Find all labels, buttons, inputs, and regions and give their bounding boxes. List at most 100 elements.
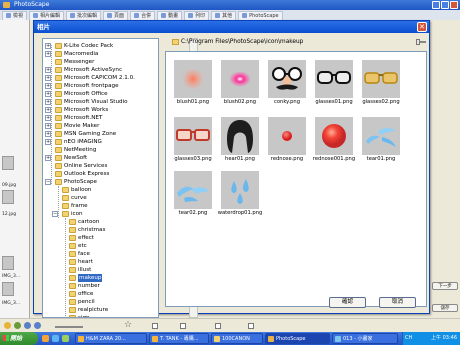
checkbox[interactable] (215, 323, 221, 329)
tree-item[interactable]: makeup (43, 274, 158, 282)
tree-item[interactable]: number (43, 282, 158, 290)
tree-item[interactable]: + NewSoft (43, 154, 158, 162)
file-thumbnail[interactable]: tear02.png (169, 170, 215, 220)
photo-thumbnail[interactable] (2, 282, 14, 296)
next-button[interactable]: 下一步 (432, 282, 458, 290)
tree-item[interactable]: office (43, 290, 158, 298)
file-thumbnail[interactable]: blush02.png (216, 59, 262, 109)
star-icon[interactable] (4, 322, 11, 329)
language-indicator[interactable]: CH (405, 332, 412, 345)
slider-knob[interactable] (416, 39, 420, 45)
tear-splash-2-icon (174, 171, 212, 209)
taskbar-item[interactable]: 013 - 小畫家 (332, 333, 398, 344)
close-app-button[interactable] (450, 1, 458, 9)
tree-item[interactable]: face (43, 250, 158, 258)
photoscape-icon (268, 336, 274, 342)
file-thumbnail[interactable]: glasses03.png (169, 116, 215, 166)
quicklaunch-icon[interactable] (62, 335, 69, 342)
quicklaunch-icon[interactable] (42, 335, 49, 342)
tree-item[interactable]: etc (43, 242, 158, 250)
minimize-button[interactable] (432, 1, 440, 9)
photo-thumbnail[interactable] (2, 190, 14, 204)
tab-combine[interactable]: 合併 (130, 11, 156, 20)
tree-item[interactable]: + Macromedia (43, 50, 158, 58)
folder-icon (55, 131, 62, 137)
tree-item[interactable]: christmas (43, 226, 158, 234)
glasses-gold-icon (362, 60, 400, 98)
tree-item[interactable]: + K-Lite Codec Pack (43, 42, 158, 50)
ie-icon[interactable] (52, 335, 59, 342)
tab-print[interactable]: 列印 (184, 11, 210, 20)
tree-item[interactable]: NetMeeting (43, 146, 158, 154)
file-name: rednose.png (270, 156, 304, 162)
tree-item[interactable]: − icon (43, 210, 158, 218)
tree-item[interactable]: + Movie Maker (43, 122, 158, 130)
taskbar-item[interactable]: H&M ZARA 20... (75, 333, 147, 344)
tree-item[interactable]: + Microsoft Office (43, 90, 158, 98)
tree-item[interactable]: − PhotoScape (43, 178, 158, 186)
tree-item-label: Online Services (64, 163, 108, 169)
cancel-button[interactable]: 取消 (379, 297, 416, 308)
file-thumbnail[interactable]: tear01.png (357, 116, 403, 166)
close-icon[interactable]: ✕ (417, 22, 427, 32)
tree-item[interactable]: + MSN Gaming Zone (43, 130, 158, 138)
tree-item[interactable]: sign (43, 314, 158, 317)
tree-item[interactable]: frame (43, 202, 158, 210)
tree-item[interactable]: balloon (43, 186, 158, 194)
taskbar-item[interactable]: 100CANON (211, 333, 263, 344)
edit-icon[interactable] (14, 322, 21, 329)
tree-item-label: effect (78, 235, 95, 241)
maximize-button[interactable] (441, 1, 449, 9)
tab-batch-editor[interactable]: 批次編輯 (66, 11, 102, 20)
tree-item[interactable]: Outlook Express (43, 170, 158, 178)
tree-item[interactable]: + Microsoft CAPICOM 2.1.0. (43, 74, 158, 82)
start-button[interactable]: 開始 (0, 332, 38, 345)
tree-item[interactable]: illust (43, 266, 158, 274)
checkbox[interactable] (152, 323, 158, 329)
file-thumbnail[interactable]: waterdrop01.png (216, 170, 262, 220)
tab-page[interactable]: 頁面 (103, 11, 129, 20)
folder-icon (62, 211, 69, 217)
taskbar-item[interactable]: T. TANK - 專購... (149, 333, 209, 344)
photo-thumbnail[interactable] (2, 256, 14, 270)
file-thumbnail[interactable]: rednose001.png (310, 116, 356, 166)
tree-item[interactable]: + Microsoft Works (43, 106, 158, 114)
file-thumbnail[interactable]: blush01.png (169, 59, 215, 109)
tree-item[interactable]: + nEO iMAGING (43, 138, 158, 146)
tree-item[interactable]: + Microsoft frontpage (43, 82, 158, 90)
checkbox[interactable] (180, 323, 186, 329)
file-thumbnail[interactable]: conky.png (263, 59, 309, 109)
tree-item[interactable]: curve (43, 194, 158, 202)
tree-item[interactable]: Messenger (43, 58, 158, 66)
clock: 上午 03:46 (431, 335, 457, 341)
photo-thumbnail[interactable] (2, 156, 14, 170)
forward-icon[interactable] (34, 322, 41, 329)
back-icon[interactable] (24, 322, 31, 329)
tree-item-label: nEO iMAGING (64, 139, 102, 145)
tree-item[interactable]: + Microsoft.NET (43, 114, 158, 122)
tab-photoscape[interactable]: PhotoScape (238, 11, 283, 20)
checkbox[interactable] (248, 323, 254, 329)
tree-item[interactable]: heart (43, 258, 158, 266)
tree-item-label: MSN Gaming Zone (64, 131, 117, 137)
tree-item[interactable]: pencil (43, 298, 158, 306)
tab-editor[interactable]: 相片編輯 (29, 11, 65, 20)
tree-item[interactable]: + Microsoft ActiveSync (43, 66, 158, 74)
tree-item[interactable]: cartoon (43, 218, 158, 226)
tree-item[interactable]: realpicture (43, 306, 158, 314)
file-thumbnail[interactable]: hear01.png (216, 116, 262, 166)
file-thumbnail[interactable]: glasses02.png (357, 59, 403, 109)
file-thumbnail[interactable]: glasses01.png (310, 59, 356, 109)
tree-item[interactable]: Online Services (43, 162, 158, 170)
ok-button[interactable]: 確認 (329, 297, 366, 308)
file-thumbnail[interactable]: rednose.png (263, 116, 309, 166)
save-button[interactable]: 儲存 (432, 304, 458, 312)
taskbar-item-photoscape[interactable]: PhotoScape (265, 333, 330, 344)
tab-other[interactable]: 其他 (211, 11, 237, 20)
tab-animated-gif[interactable]: 動畫 (157, 11, 183, 20)
star-outline-icon[interactable]: ☆ (124, 320, 132, 330)
tree-item[interactable]: + Microsoft Visual Studio (43, 98, 158, 106)
tab-viewer[interactable]: 檢視 (2, 11, 28, 20)
size-slider[interactable] (55, 326, 83, 328)
tree-item[interactable]: effect (43, 234, 158, 242)
